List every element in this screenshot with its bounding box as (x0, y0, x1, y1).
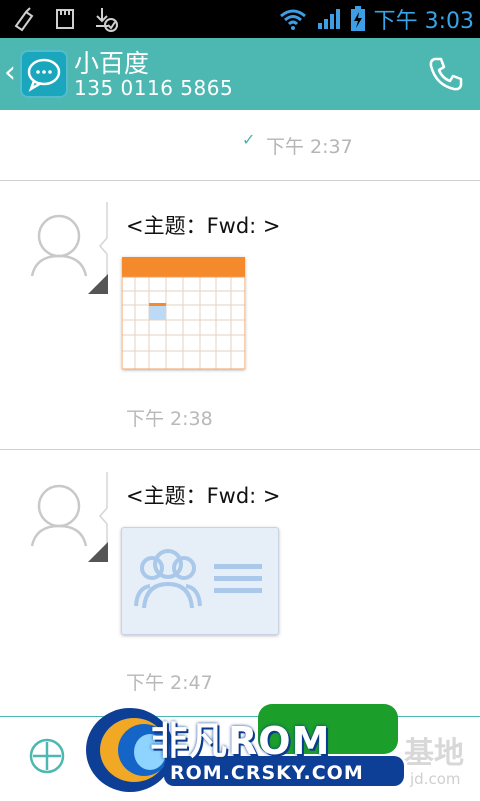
bubble-tail (88, 202, 108, 294)
system-icons: 下午 3:03 (278, 0, 474, 38)
contact-card-icon (134, 549, 262, 609)
calendar-attachment[interactable] (122, 257, 245, 369)
message-subject: <主题：Fwd: > (126, 484, 281, 508)
sent-time: 下午 2:37 (266, 136, 353, 158)
contact-card-attachment[interactable] (121, 527, 279, 635)
contact-avatar-icon (30, 214, 88, 277)
chevron-left-icon[interactable]: ‹ (4, 58, 16, 88)
bubble-tail (88, 472, 108, 562)
contact-avatar-icon (30, 484, 88, 547)
message-time: 下午 2:38 (126, 408, 213, 430)
usb-debug-icon (14, 7, 34, 32)
wifi-icon (279, 9, 306, 30)
notification-icons (12, 6, 118, 32)
clock: 下午 3:03 (373, 9, 474, 34)
battery-charging-icon (350, 6, 365, 31)
message-divider (0, 180, 480, 181)
contact-name: 小百度 (74, 49, 150, 78)
chat-bubble-icon-glyph (27, 58, 61, 92)
delivered-check-icon: ✓ (242, 130, 256, 149)
download-icon (96, 8, 118, 32)
message-divider (0, 449, 480, 450)
watermark-brand: 非凡ROM (150, 719, 331, 763)
chat-bubble-icon[interactable] (20, 50, 68, 98)
add-circle-icon[interactable] (28, 737, 66, 775)
watermark-suffix: 基地 (404, 736, 464, 771)
phone-icon[interactable] (426, 54, 466, 94)
conversation-header: ‹ 小百度 135 0116 5865 (0, 38, 480, 110)
watermark-suffix2: jd.com (410, 770, 461, 788)
watermark-url: ROM.CRSKY.COM (170, 762, 364, 784)
signal-icon (317, 9, 340, 29)
sd-card-icon (56, 9, 74, 29)
message-time: 下午 2:47 (126, 672, 213, 694)
message-subject: <主题：Fwd: > (126, 214, 281, 238)
status-bar: 下午 3:03 (0, 0, 480, 38)
contact-number: 135 0116 5865 (74, 76, 234, 100)
